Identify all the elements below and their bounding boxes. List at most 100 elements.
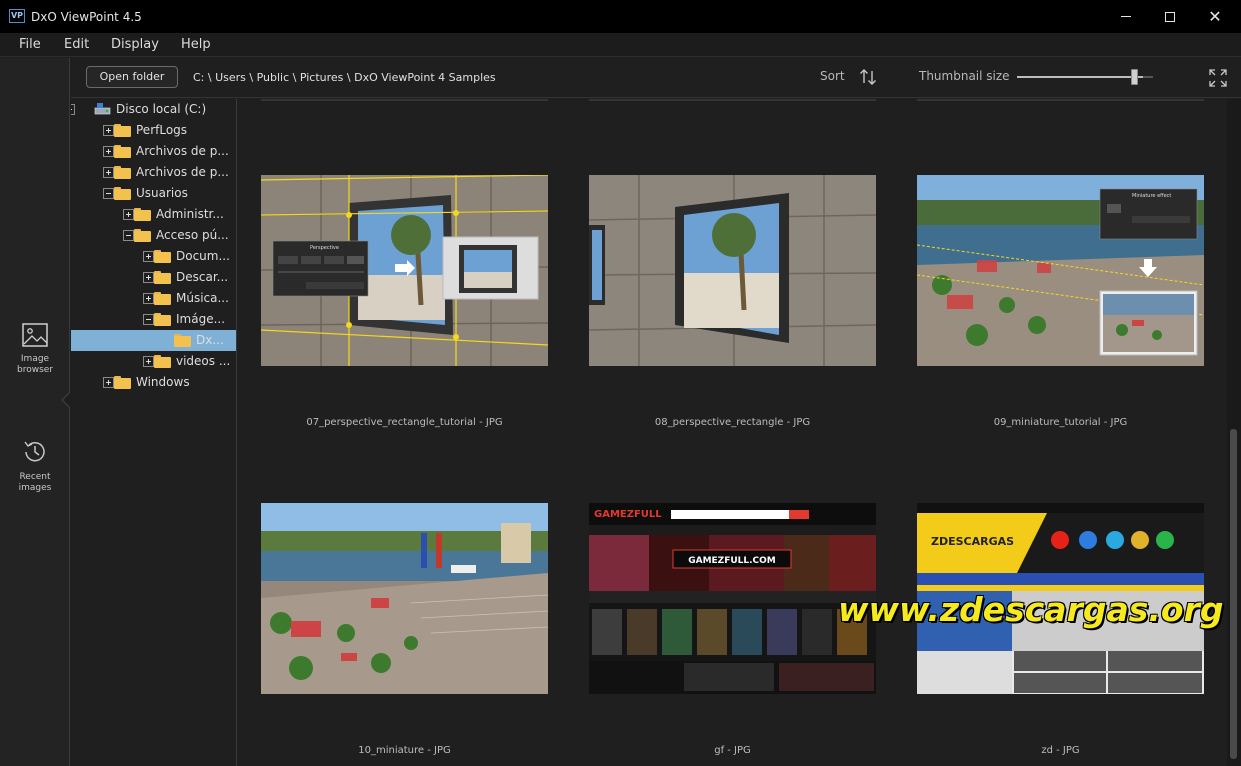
- scrollbar-thumb[interactable]: [1230, 429, 1237, 759]
- tree-item[interactable]: Archivos de p...: [71, 162, 236, 183]
- thumbnail-07-perspective-tutorial[interactable]: Perspective: [261, 175, 548, 366]
- tree-item-label: Docum...: [176, 249, 230, 263]
- tree-item[interactable]: Acceso pú...: [71, 225, 236, 246]
- collapse-icon[interactable]: [123, 230, 134, 241]
- folder-icon: [114, 166, 131, 179]
- tree-item-label: Descar...: [176, 270, 229, 284]
- tree-item-label: Música...: [176, 291, 229, 305]
- app-logo: VP: [9, 9, 25, 23]
- thumbnail-size-label: Thumbnail size: [919, 69, 1010, 83]
- perspective-panel-title: Perspective: [310, 245, 339, 251]
- title-bar: VP DxO ViewPoint 4.5 ✕: [0, 0, 1241, 33]
- thumbnail-image: Miniature effect: [917, 175, 1204, 366]
- folder-icon: [134, 229, 151, 242]
- folder-icon: [154, 292, 171, 305]
- close-icon: ✕: [1208, 6, 1222, 26]
- collapse-icon[interactable]: [71, 104, 75, 115]
- expand-icon[interactable]: [123, 209, 134, 220]
- expand-icon[interactable]: [103, 377, 114, 388]
- folder-icon: [174, 334, 191, 347]
- collapse-icon[interactable]: [143, 314, 154, 325]
- sort-icon[interactable]: [858, 67, 878, 87]
- gamezfull-brand: GAMEZFULL: [594, 509, 662, 520]
- rail-active-indicator: [61, 391, 71, 409]
- folder-icon: [154, 271, 171, 284]
- image-browser-label: Image browser: [16, 354, 53, 375]
- menu-file[interactable]: File: [19, 37, 41, 52]
- tree-item-label: Archivos de p...: [136, 144, 229, 158]
- tree-item[interactable]: videos ...: [71, 351, 236, 372]
- tree-item-label: Windows: [136, 375, 190, 389]
- expand-icon[interactable]: [143, 356, 154, 367]
- vertical-scrollbar[interactable]: [1227, 99, 1241, 766]
- menu-display[interactable]: Display: [111, 37, 159, 52]
- collapse-icon[interactable]: [103, 188, 114, 199]
- window-title: DxO ViewPoint 4.5: [31, 10, 142, 24]
- folder-path: C: \ Users \ Public \ Pictures \ DxO Vie…: [193, 71, 496, 84]
- previous-row-edge: [261, 99, 548, 101]
- folder-icon: [154, 250, 171, 263]
- thumbnail-image: [589, 175, 876, 366]
- tree-item[interactable]: Imáge...: [71, 309, 236, 330]
- menu-bar: File Edit Display Help: [0, 33, 1241, 57]
- tree-item[interactable]: Docum...: [71, 246, 236, 267]
- gamezfull-url: GAMEZFULL.COM: [688, 556, 776, 566]
- fullscreen-icon[interactable]: [1209, 69, 1227, 87]
- expand-icon[interactable]: [103, 146, 114, 157]
- thumbnail-10-miniature[interactable]: [261, 503, 548, 694]
- tree-item-label: PerfLogs: [136, 123, 188, 137]
- tree-item[interactable]: Windows: [71, 372, 236, 393]
- expand-icon[interactable]: [103, 125, 114, 136]
- drive-icon: [94, 103, 111, 115]
- tree-item[interactable]: Archivos de p...: [71, 141, 236, 162]
- thumbnail-image: GAMEZFULL GAMEZFULL.COM: [589, 503, 876, 694]
- thumbnail-caption: 10_miniature - JPG: [358, 745, 451, 756]
- tree-item-label: Archivos de p...: [136, 165, 229, 179]
- open-folder-button[interactable]: Open folder: [86, 66, 178, 88]
- thumbnail-caption: gf - JPG: [714, 745, 751, 756]
- expand-icon[interactable]: [143, 293, 154, 304]
- expand-icon[interactable]: [103, 167, 114, 178]
- tree-item[interactable]: Disco local (C:): [71, 99, 236, 120]
- tree-item[interactable]: Dx...: [71, 330, 236, 351]
- folder-icon: [114, 187, 131, 200]
- previous-row-edge: [917, 99, 1204, 101]
- thumbnail-grid: Perspective Miniature effect 07_perspect…: [238, 99, 1227, 766]
- image-browser-button[interactable]: Image browser: [4, 322, 66, 376]
- thumbnail-image: [261, 503, 548, 694]
- folder-icon: [114, 376, 131, 389]
- watermark: www.zdescargas.org: [838, 590, 1224, 629]
- tree-item-label: Usuarios: [136, 186, 188, 200]
- tree-item-label: Disco local (C:): [116, 102, 207, 116]
- thumbnail-08-perspective[interactable]: [589, 175, 876, 366]
- history-icon: [24, 441, 45, 462]
- expand-icon[interactable]: [143, 251, 154, 262]
- sort-label: Sort: [820, 69, 845, 83]
- thumbnail-caption: 09_miniature_tutorial - JPG: [993, 417, 1128, 428]
- tree-item[interactable]: Música...: [71, 288, 236, 309]
- menu-help[interactable]: Help: [181, 37, 211, 52]
- tree-item[interactable]: Administr...: [71, 204, 236, 225]
- tree-item-label: Dx...: [196, 333, 224, 347]
- folder-icon: [154, 355, 171, 368]
- folder-icon: [134, 208, 151, 221]
- tree-item[interactable]: Descar...: [71, 267, 236, 288]
- maximize-button[interactable]: [1147, 0, 1193, 33]
- close-button[interactable]: ✕: [1192, 0, 1238, 33]
- left-rail: Image browser Recent images: [0, 58, 71, 766]
- folder-tree: Disco local (C:) PerfLogs Archivos de p...…: [71, 99, 237, 766]
- slider-knob[interactable]: [1131, 69, 1138, 85]
- tree-item-label: videos ...: [176, 354, 231, 368]
- thumbnail-gf[interactable]: GAMEZFULL GAMEZFULL.COM: [589, 503, 876, 694]
- expand-icon[interactable]: [143, 272, 154, 283]
- maximize-icon: [1165, 11, 1175, 22]
- thumbnail-09-miniature-tutorial[interactable]: Miniature effect: [917, 175, 1204, 366]
- minimize-button[interactable]: [1103, 0, 1149, 33]
- recent-images-button[interactable]: Recent images: [4, 438, 66, 494]
- folder-icon: [154, 313, 171, 326]
- menu-edit[interactable]: Edit: [64, 37, 89, 52]
- toolbar: Open folder C: \ Users \ Public \ Pictur…: [71, 58, 1241, 98]
- tree-item[interactable]: Usuarios: [71, 183, 236, 204]
- tree-item[interactable]: PerfLogs: [71, 120, 236, 141]
- folder-icon: [114, 145, 131, 158]
